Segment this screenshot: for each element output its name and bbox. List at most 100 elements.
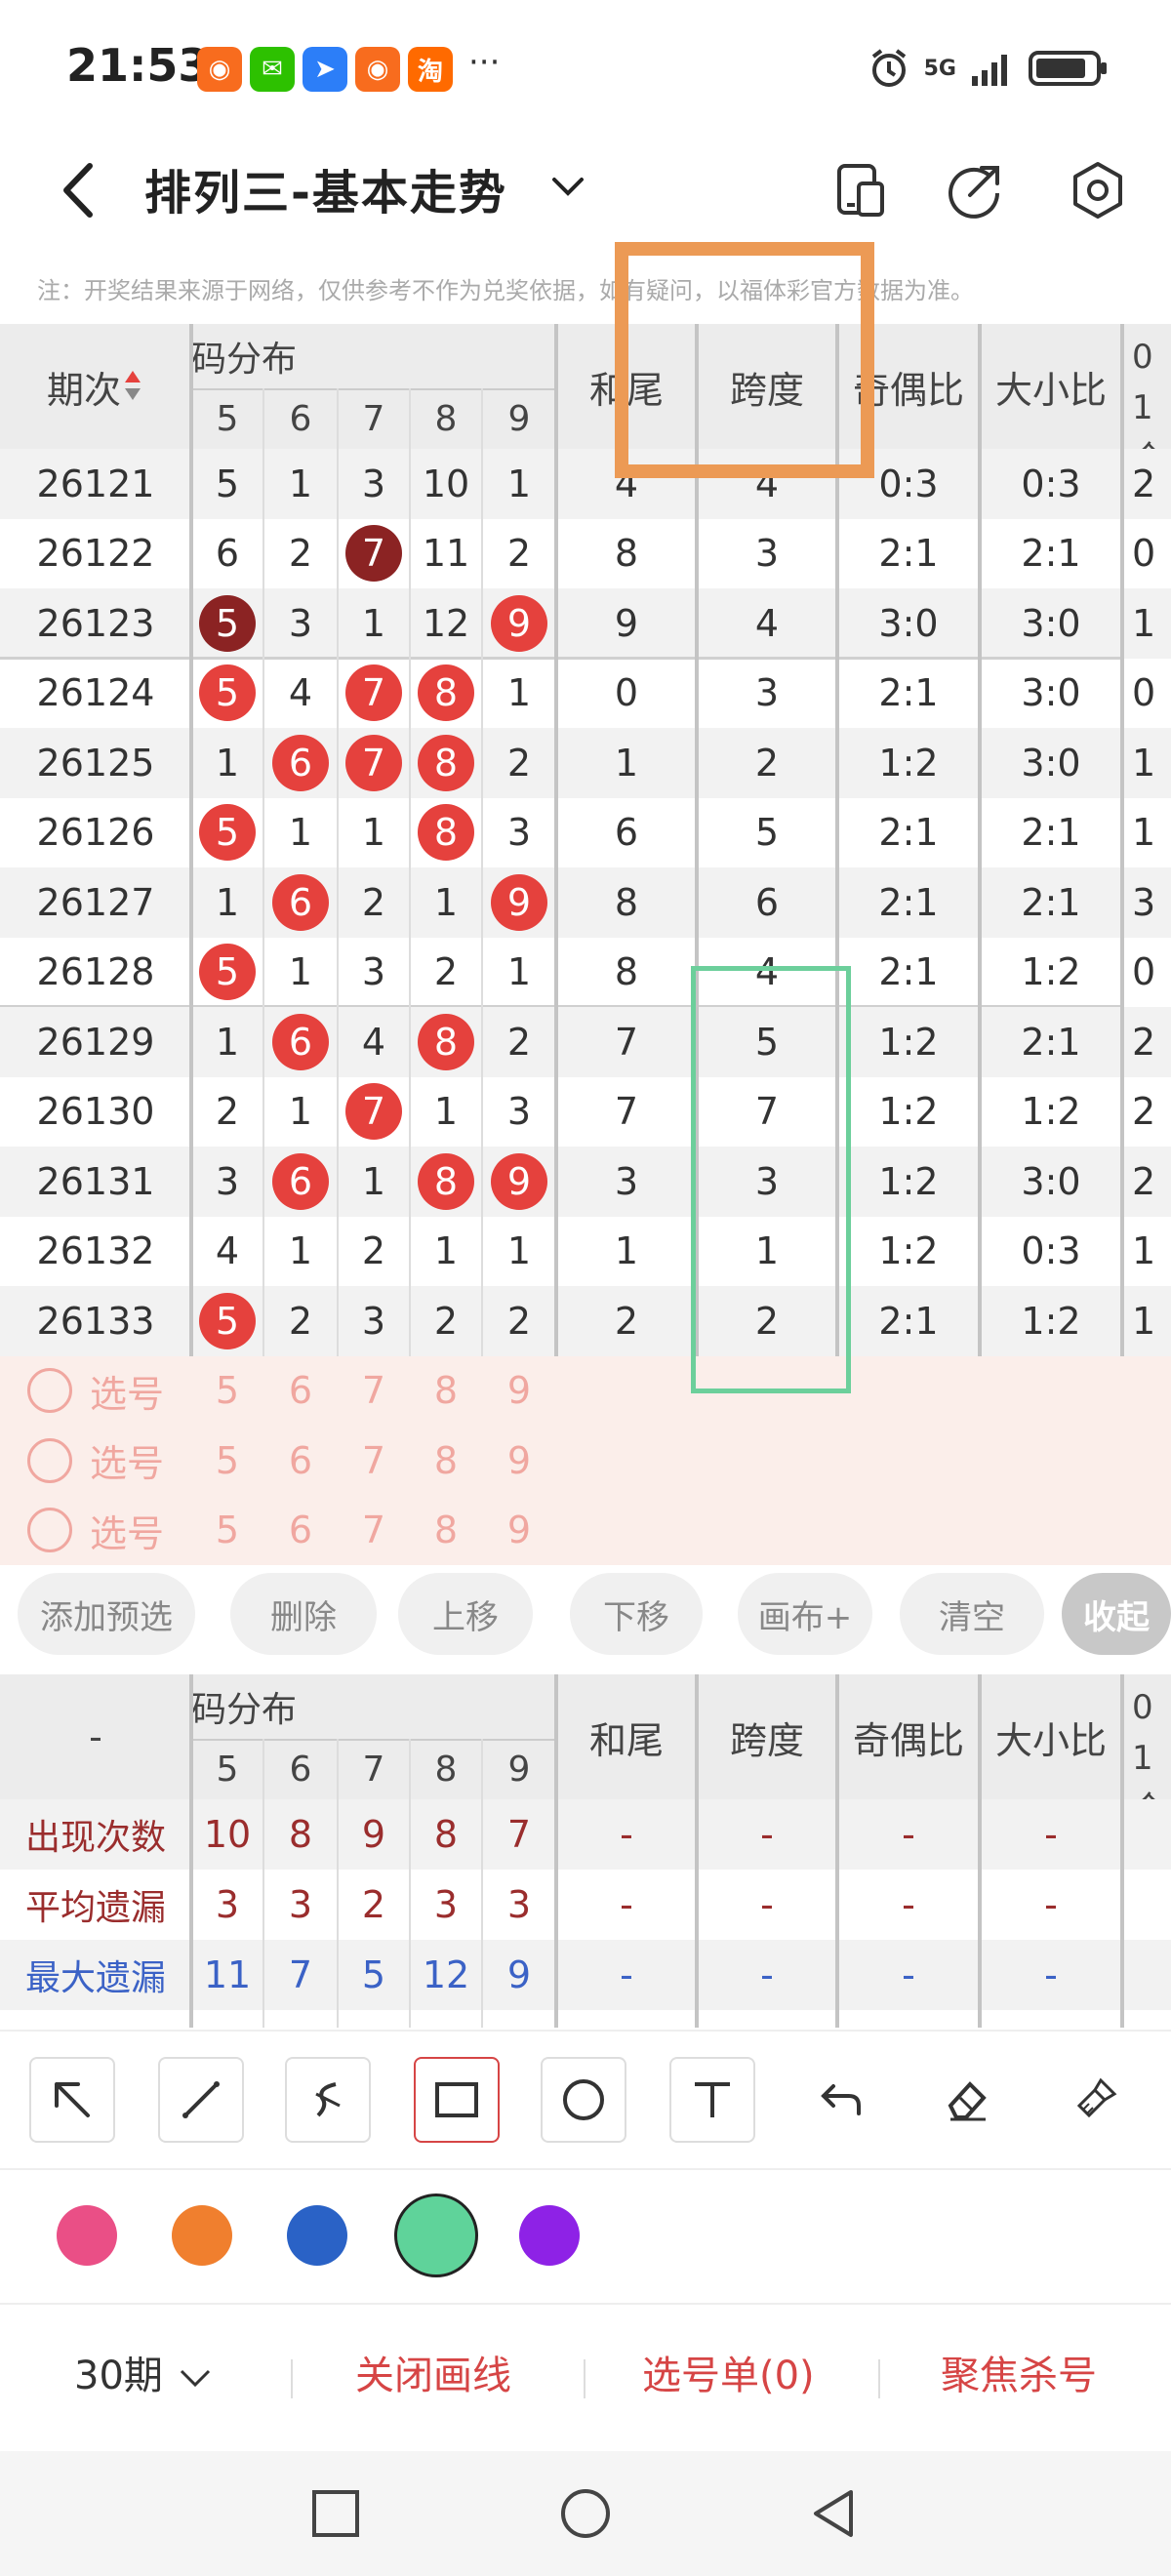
page-title[interactable]: 排列三-基本走势: [144, 154, 507, 222]
select-digit-button[interactable]: 6: [263, 1496, 338, 1566]
select-digit-button[interactable]: 8: [410, 1426, 482, 1496]
freehand-tool-button[interactable]: [285, 2057, 371, 2143]
color-swatch[interactable]: [519, 2205, 580, 2266]
miss-count: 3: [506, 811, 532, 855]
miss-count: 4: [361, 1020, 386, 1064]
undo-button[interactable]: [798, 2057, 884, 2143]
color-palette: [0, 2168, 1171, 2299]
share-icon[interactable]: [941, 156, 1009, 224]
digit-cell: 5: [191, 588, 263, 659]
miss-count: 1: [506, 671, 532, 715]
color-swatch[interactable]: [57, 2205, 117, 2266]
extra-cell: 1: [1132, 1229, 1156, 1273]
select-digit-button[interactable]: 7: [338, 1426, 410, 1496]
digit-cell: 3: [338, 1286, 410, 1356]
device-switch-icon[interactable]: [826, 156, 894, 224]
chip-move-up-button[interactable]: 上移: [398, 1573, 533, 1655]
chip-add-preselect-button[interactable]: 添加预选: [18, 1573, 195, 1655]
select-digit-button[interactable]: 7: [338, 1496, 410, 1566]
select-digit-button[interactable]: 9: [482, 1356, 556, 1427]
summary-stat: -: [620, 1883, 633, 1926]
color-swatch[interactable]: [172, 2205, 232, 2266]
select-digit-button[interactable]: 5: [191, 1496, 263, 1566]
digit-cell: 4: [191, 1217, 263, 1287]
chip-collapse-button[interactable]: 收起: [1062, 1573, 1171, 1655]
select-digit-button[interactable]: 9: [482, 1496, 556, 1566]
digit-cell: 1: [482, 659, 556, 729]
miss-count: 3: [288, 601, 313, 645]
stat-cell: 3:0: [1021, 671, 1081, 715]
select-digit-button[interactable]: 9: [482, 1426, 556, 1496]
drawn-rectangle-green[interactable]: [691, 966, 851, 1393]
column-divider: [262, 1739, 264, 2028]
summary-row-label: 最大遗漏: [24, 1958, 166, 1998]
digit-cell: 7: [338, 728, 410, 798]
chip-clear-button[interactable]: 清空: [900, 1573, 1044, 1655]
digit-cell: 5: [191, 798, 263, 868]
digit-cell: 1: [482, 938, 556, 1008]
select-digit-button[interactable]: 8: [410, 1356, 482, 1427]
select-digit-button[interactable]: 8: [410, 1496, 482, 1566]
select-digit-button[interactable]: 5: [191, 1426, 263, 1496]
eraser-button[interactable]: [925, 2057, 1011, 2143]
select-label: 选号: [89, 1372, 164, 1416]
period-cell: 26125: [36, 741, 155, 785]
period-sort-header[interactable]: 期次: [0, 324, 191, 449]
extra-cell: 3: [1132, 880, 1156, 924]
circle-tool-button[interactable]: [541, 2057, 626, 2143]
back-arrow-icon[interactable]: [49, 156, 107, 224]
miss-count: 2: [506, 1299, 532, 1343]
select-digit-button[interactable]: 6: [263, 1426, 338, 1496]
miss-count: 6: [215, 532, 240, 576]
recent-apps-icon[interactable]: [308, 2486, 363, 2541]
select-digit-button[interactable]: 5: [191, 1356, 263, 1427]
chip-canvas-plus-button[interactable]: 画布+: [738, 1573, 872, 1655]
select-row-toggle[interactable]: 选号: [0, 1356, 191, 1427]
trend-table: 码分布56789和尾跨度奇偶比大小比01个期次26121513101440:30…: [0, 324, 1171, 1566]
color-swatch[interactable]: [394, 2194, 478, 2277]
miss-count: 2: [361, 880, 386, 924]
select-digit-button[interactable]: 6: [263, 1356, 338, 1427]
extra-cell: 2: [1132, 462, 1156, 505]
stat-cell: 8: [614, 950, 639, 994]
digit-cell: 2: [482, 1007, 556, 1077]
text-tool-button[interactable]: [669, 2057, 755, 2143]
rectangle-tool-button[interactable]: [414, 2057, 500, 2143]
signal-icon: [972, 55, 1007, 86]
clear-brush-button[interactable]: [1052, 2057, 1138, 2143]
line-tool-button[interactable]: [158, 2057, 244, 2143]
draw-ball: 9: [491, 1152, 547, 1210]
draw-ball: 9: [491, 873, 547, 931]
chevron-down-icon[interactable]: [546, 164, 589, 207]
select-row-toggle[interactable]: 选号: [0, 1426, 191, 1496]
line-tool-icon: [182, 2081, 220, 2118]
home-icon[interactable]: [558, 2486, 613, 2541]
digit-cell: 5: [191, 938, 263, 1008]
drawn-rectangle-orange[interactable]: [615, 242, 874, 478]
action-chips: 添加预选 删除 上移 下移 画布+ 清空 收起: [0, 1573, 1171, 1661]
settings-icon[interactable]: [1064, 156, 1132, 224]
divider: [584, 2359, 586, 2398]
selection-list-button[interactable]: 选号单(0): [642, 2344, 815, 2400]
digit-cell: 5: [191, 449, 263, 519]
close-lines-button[interactable]: 关闭画线: [355, 2344, 511, 2400]
select-digit-button[interactable]: 7: [338, 1356, 410, 1427]
extra-cell: 1: [1132, 601, 1156, 645]
select-row-toggle[interactable]: 选号: [0, 1496, 191, 1566]
summary-stat: -: [902, 1953, 915, 1996]
stat-cell: 2:1: [878, 950, 939, 994]
back-icon[interactable]: [806, 2486, 861, 2541]
draw-ball: 9: [491, 594, 547, 652]
miss-count: 1: [288, 811, 313, 855]
color-swatch[interactable]: [287, 2205, 347, 2266]
focus-kill-button[interactable]: 聚焦杀号: [941, 2344, 1097, 2400]
miss-count: 4: [288, 671, 313, 715]
chip-move-down-button[interactable]: 下移: [570, 1573, 703, 1655]
rectangle-tool-icon: [435, 2082, 478, 2117]
arrow-tool-button[interactable]: [29, 2057, 115, 2143]
chip-delete-button[interactable]: 删除: [230, 1573, 377, 1655]
period-select[interactable]: 30期: [74, 2344, 215, 2400]
digit-cell: 1: [263, 1217, 338, 1287]
summary-value: 3: [506, 1883, 532, 1926]
digit-header: 8: [434, 398, 458, 439]
